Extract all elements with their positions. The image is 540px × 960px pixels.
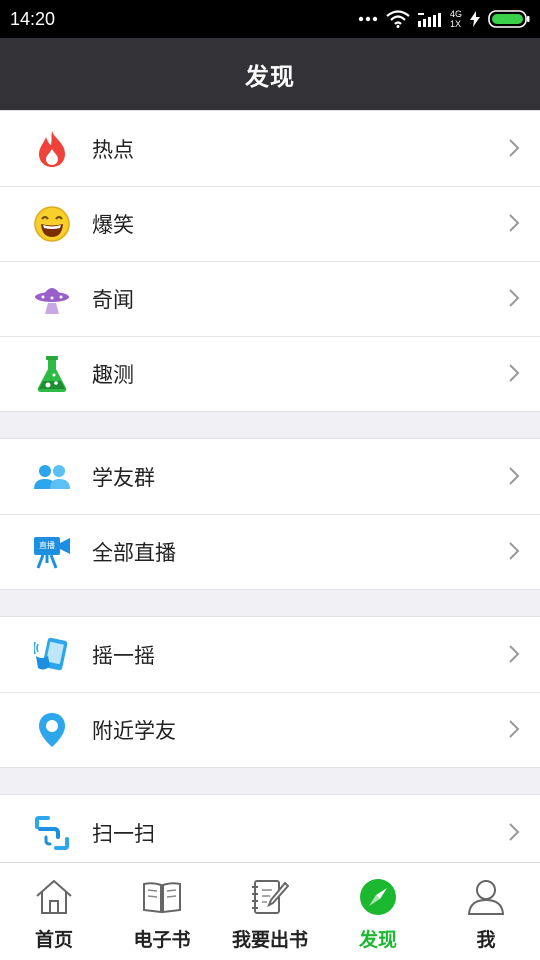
scan-icon xyxy=(32,813,72,853)
location-pin-icon xyxy=(32,710,72,750)
user-icon xyxy=(467,877,505,917)
flask-icon xyxy=(32,354,72,394)
chevron-right-icon xyxy=(509,720,520,738)
laughing-face-icon xyxy=(32,204,72,244)
network-type: 4G 1X xyxy=(449,8,462,29)
charging-icon xyxy=(470,11,480,27)
list-item-label: 摇一摇 xyxy=(92,643,155,668)
list-item-nearby[interactable]: 附近学友 xyxy=(0,692,540,767)
status-icons: 4G 1X xyxy=(358,8,530,29)
list-item-label: 扫一扫 xyxy=(92,821,155,846)
tab-publish[interactable]: 我要出书 xyxy=(216,863,324,960)
chevron-right-icon xyxy=(509,542,520,560)
list-item-hot[interactable]: 热点 xyxy=(0,111,540,186)
tab-label: 我 xyxy=(476,929,496,951)
group-gap xyxy=(0,412,540,438)
bottom-tab-bar: 首页 电子书 我要出书 发现 我 xyxy=(0,862,540,960)
list-item-laugh[interactable]: 爆笑 xyxy=(0,186,540,261)
list-item-label: 附近学友 xyxy=(92,718,176,743)
list-item-label: 趣测 xyxy=(92,362,134,387)
tab-label: 发现 xyxy=(358,929,397,951)
list-item-live[interactable]: 直播 全部直播 xyxy=(0,514,540,589)
tab-label: 电子书 xyxy=(133,929,191,951)
list-group-tools: 扫一扫 xyxy=(0,794,540,862)
tab-label: 首页 xyxy=(34,929,73,951)
list-group-community: 学友群 直播 全部直播 xyxy=(0,438,540,590)
ufo-icon xyxy=(32,279,72,319)
network-4g-label: 4G xyxy=(449,8,462,19)
list-item-study-group[interactable]: 学友群 xyxy=(0,439,540,514)
chevron-right-icon xyxy=(509,467,520,485)
list-group-nearby: 摇一摇 附近学友 xyxy=(0,616,540,768)
fire-icon xyxy=(32,129,72,169)
tab-ebook[interactable]: 电子书 xyxy=(108,863,216,960)
status-time: 14:20 xyxy=(10,8,56,29)
network-1x-label: 1X xyxy=(449,18,461,29)
chevron-right-icon xyxy=(509,364,520,382)
group-gap xyxy=(0,590,540,616)
status-bar: 14:20 4G 1X xyxy=(0,0,540,38)
page-title: 发现 xyxy=(245,62,295,91)
tab-home[interactable]: 首页 xyxy=(0,863,108,960)
list-item-label: 热点 xyxy=(92,137,134,162)
group-people-icon xyxy=(32,457,72,497)
open-book-icon xyxy=(142,877,182,917)
chevron-right-icon xyxy=(509,645,520,663)
chevron-right-icon xyxy=(509,823,520,841)
battery-icon xyxy=(488,10,530,28)
live-icon-text: 直播 xyxy=(39,540,55,550)
group-gap xyxy=(0,768,540,794)
list-item-shake[interactable]: 摇一摇 xyxy=(0,617,540,692)
compass-icon xyxy=(359,877,397,917)
live-camera-icon: 直播 xyxy=(32,532,72,572)
notebook-pen-icon xyxy=(251,877,289,917)
list-item-quiz[interactable]: 趣测 xyxy=(0,336,540,411)
home-icon xyxy=(35,877,73,917)
shake-phone-icon xyxy=(32,635,72,675)
list-item-scan[interactable]: 扫一扫 xyxy=(0,795,540,862)
discover-list[interactable]: 热点 爆笑 奇闻 趣测 学友群 直播 全部直播 摇一摇 附近学友 扫一扫 xyxy=(0,110,540,862)
list-item-label: 爆笑 xyxy=(92,212,134,237)
tab-label: 我要出书 xyxy=(231,929,308,951)
tab-discover[interactable]: 发现 xyxy=(324,863,432,960)
list-item-oddity[interactable]: 奇闻 xyxy=(0,261,540,336)
list-group-content: 热点 爆笑 奇闻 趣测 xyxy=(0,110,540,412)
tab-me[interactable]: 我 xyxy=(432,863,540,960)
chevron-right-icon xyxy=(509,214,520,232)
more-dots-icon xyxy=(358,16,378,22)
signal-icon xyxy=(417,13,441,27)
list-item-label: 奇闻 xyxy=(92,287,134,312)
list-item-label: 学友群 xyxy=(92,465,155,490)
list-item-label: 全部直播 xyxy=(92,540,176,565)
nav-header: 发现 xyxy=(0,38,540,110)
wifi-icon xyxy=(386,10,410,28)
chevron-right-icon xyxy=(509,289,520,307)
chevron-right-icon xyxy=(509,139,520,157)
